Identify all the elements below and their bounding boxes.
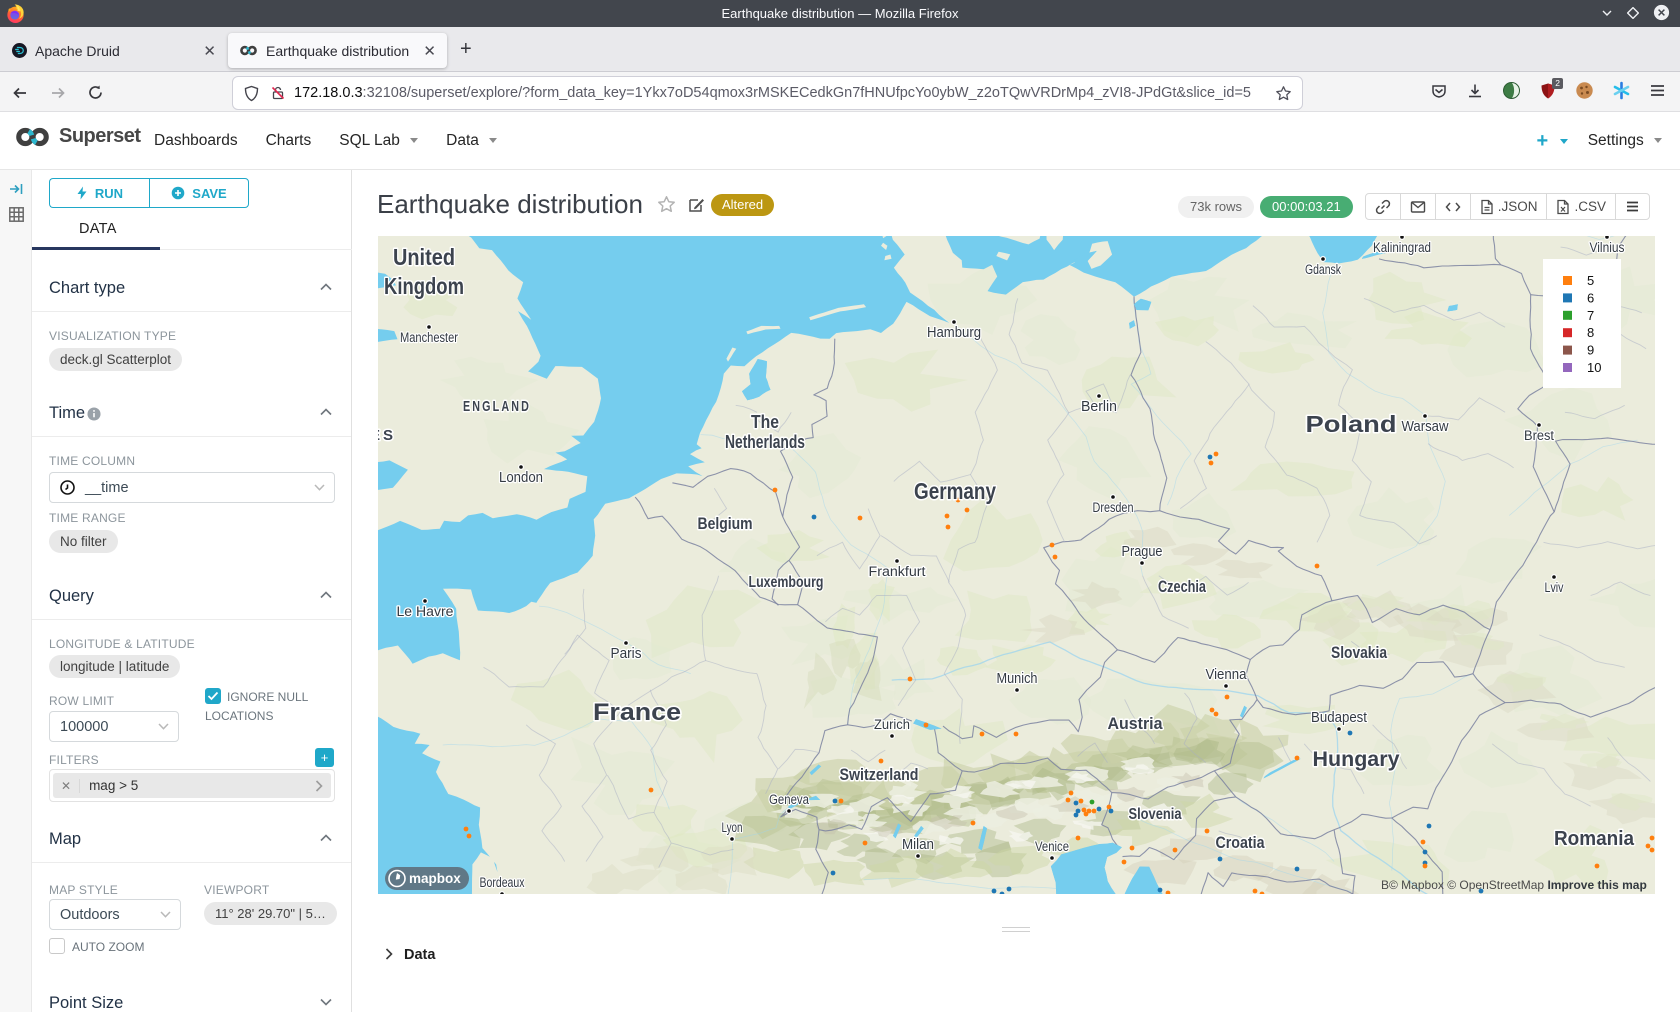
svg-text:7: 7 (1587, 308, 1594, 323)
svg-text:Dresden: Dresden (1093, 500, 1134, 515)
svg-text:Lviv: Lviv (1545, 580, 1564, 595)
svg-text:Slovakia: Slovakia (1331, 643, 1387, 662)
svg-text:France: France (593, 699, 681, 726)
svg-text:Geneva: Geneva (769, 792, 809, 807)
svg-text:10: 10 (1587, 360, 1601, 375)
svg-text:6: 6 (1587, 290, 1594, 305)
svg-text:Budapest: Budapest (1311, 709, 1368, 726)
svg-text:Le Havre: Le Havre (397, 604, 454, 619)
svg-text:Germany: Germany (914, 478, 996, 504)
svg-text:Venice: Venice (1035, 839, 1069, 854)
svg-text:Berlin: Berlin (1081, 398, 1117, 415)
svg-text:9: 9 (1587, 343, 1594, 358)
svg-text:Slovenia: Slovenia (1129, 806, 1182, 823)
svg-text:Netherlands: Netherlands (725, 432, 805, 452)
svg-text:Frankfurt: Frankfurt (869, 564, 926, 579)
svg-text:Luxembourg: Luxembourg (749, 574, 824, 591)
svg-text:United: United (393, 244, 455, 270)
svg-text:Kaliningrad: Kaliningrad (1373, 240, 1431, 255)
svg-text:Poland: Poland (1306, 411, 1397, 437)
svg-text:ENGLAND: ENGLAND (463, 398, 531, 415)
svg-text:Manchester: Manchester (400, 330, 458, 345)
svg-text:Czechia: Czechia (1158, 577, 1206, 596)
svg-text:Milan: Milan (902, 836, 934, 853)
svg-text:Belgium: Belgium (698, 514, 753, 533)
svg-text:8: 8 (1587, 325, 1594, 340)
svg-text:Hungary: Hungary (1313, 748, 1400, 771)
svg-text:Lyon: Lyon (722, 820, 743, 835)
svg-text:Croatia: Croatia (1216, 833, 1265, 852)
svg-text:Kingdom: Kingdom (384, 273, 464, 299)
svg-text:Munich: Munich (997, 670, 1038, 687)
svg-text:Austria: Austria (1108, 714, 1164, 733)
svg-text:Vienna: Vienna (1206, 666, 1248, 683)
svg-text:Bordeaux: Bordeaux (480, 875, 525, 890)
svg-text:5: 5 (1587, 273, 1594, 288)
svg-text:mapbox: mapbox (409, 871, 461, 886)
svg-text:Prague: Prague (1122, 543, 1163, 560)
svg-text:Switzerland: Switzerland (840, 765, 919, 784)
svg-text:Gdansk: Gdansk (1305, 262, 1341, 277)
svg-text:Hamburg: Hamburg (927, 324, 981, 341)
svg-text:Paris: Paris (611, 645, 642, 662)
svg-text:Brest: Brest (1524, 428, 1554, 443)
svg-text:Romania: Romania (1554, 828, 1635, 850)
svg-text:B© Mapbox © OpenStreetMap Impr: B© Mapbox © OpenStreetMap Improve this m… (1381, 878, 1647, 892)
svg-text:The: The (751, 412, 779, 432)
svg-text:Warsaw: Warsaw (1402, 418, 1449, 435)
svg-text:ES: ES (378, 427, 396, 444)
svg-text:Zurich: Zurich (874, 717, 910, 732)
svg-text:Vilnius: Vilnius (1590, 240, 1625, 255)
svg-text:London: London (499, 469, 543, 486)
